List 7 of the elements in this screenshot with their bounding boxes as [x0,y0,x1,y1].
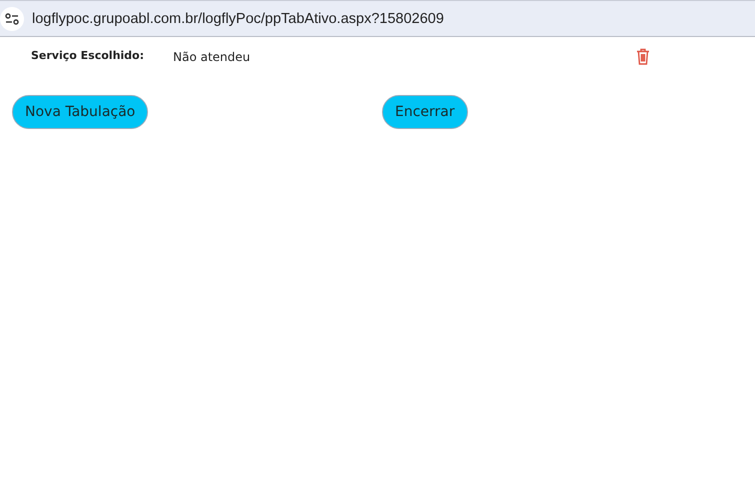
service-value: Não atendeu [173,50,252,64]
trash-icon[interactable] [636,48,650,65]
site-settings-icon[interactable] [0,6,24,30]
url-text[interactable]: logflypoc.grupoabl.com.br/logflyPoc/ppTabAtivo.aspx?15802609 [32,10,444,26]
action-button[interactable]: Nova Tabulação [12,95,148,129]
action-button[interactable]: Encerrar [382,95,468,129]
service-label: Serviço Escolhido: [31,49,145,62]
